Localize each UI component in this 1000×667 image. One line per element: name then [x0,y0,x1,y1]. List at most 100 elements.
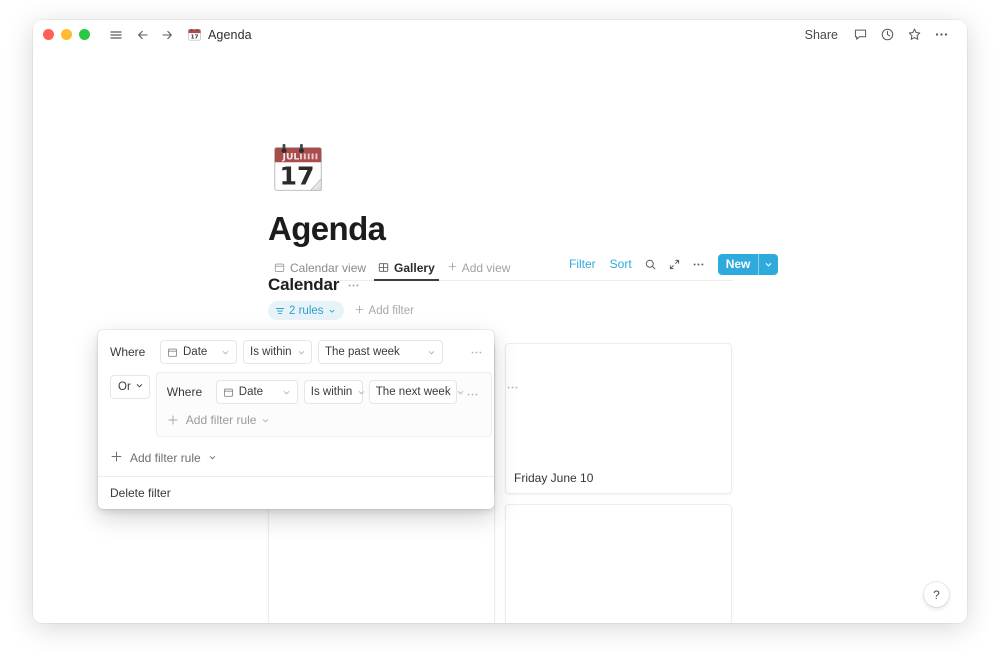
add-filter-label: Add filter [368,304,414,317]
window-titlebar: 17 Agenda Share [33,20,967,49]
filter-property-value: Date [238,386,264,398]
chevron-down-icon [208,451,217,465]
chevron-down-icon [221,348,230,357]
filter-icon [275,306,285,316]
svg-text:17: 17 [280,162,315,191]
add-filter-button[interactable]: Add filter [350,302,418,320]
filter-button[interactable]: Filter [563,253,602,275]
add-view-label: Add view [461,260,511,275]
calendar-view-icon [274,262,285,273]
filter-rule-row: Where Date [98,338,494,366]
gallery-card[interactable]: Saturday June 11 [268,504,495,623]
clock-icon[interactable] [875,23,899,47]
calendar-emoji: 17 [187,27,202,42]
expand-icon[interactable] [664,253,686,275]
filter-connector-label: Or [118,381,131,393]
date-icon [223,387,234,398]
traffic-lights [43,29,90,40]
chevron-down-icon [261,416,270,425]
add-filter-rule-button[interactable]: Add filter rule [98,443,494,473]
tab-gallery[interactable]: Gallery [372,255,441,281]
help-button[interactable]: ? [924,582,949,607]
svg-text:17: 17 [191,35,199,41]
filter-rule-more-icon[interactable] [463,385,483,405]
filter-condition-select[interactable]: Is within [243,340,312,364]
filter-condition-select[interactable]: Is within [303,380,366,404]
tab-gallery-label: Gallery [394,260,435,275]
tab-calendar-view-label: Calendar view [290,260,367,275]
filter-value-select[interactable]: The past week [318,340,443,364]
date-icon [167,347,178,358]
page-content: JUL 17 Agenda Calendar view Gallery Add … [33,49,967,623]
database-title[interactable]: Calendar [268,275,339,295]
database-title-row: Calendar [268,275,360,295]
minimize-window-button[interactable] [61,29,72,40]
page-body: JUL 17 Agenda Calendar view Gallery Add … [33,49,967,623]
comment-icon[interactable] [848,23,872,47]
filter-condition-value: Is within [250,346,292,358]
group-add-filter-rule-label: Add filter rule [185,413,257,427]
plus-icon [354,304,365,318]
star-icon[interactable] [902,23,926,47]
sort-button[interactable]: Sort [604,253,638,275]
add-filter-rule-label: Add filter rule [130,451,201,465]
chevron-down-icon [297,348,306,357]
delete-filter-label: Delete filter [110,486,171,500]
ellipsis-icon[interactable] [929,23,953,47]
arrow-right-icon[interactable] [155,23,179,47]
filter-property-select[interactable]: Date [160,340,237,364]
hamburger-icon[interactable] [104,23,128,47]
plus-icon [167,414,179,426]
where-label: Where [166,385,203,399]
share-button[interactable]: Share [798,25,845,45]
filter-property-select[interactable]: Date [215,380,298,404]
gallery-card[interactable]: Sunday June 12 [505,504,732,623]
filter-condition-value: Is within [310,386,353,398]
help-question-icon: ? [933,587,940,602]
filter-value-select[interactable]: The next week [368,380,463,404]
plus-icon [110,450,123,466]
new-button[interactable]: New [717,253,779,275]
rules-chip-label: 2 rules [289,304,324,317]
close-window-button[interactable] [43,29,54,40]
filter-value-text: The next week [375,386,451,398]
filter-group-box: Where Date Is within The next week Add f… [155,372,492,437]
group-add-filter-rule-button[interactable]: Add filter rule [157,406,491,434]
new-button-label: New [725,257,751,271]
breadcrumb[interactable]: 17 Agenda [187,27,252,42]
rules-chip[interactable]: 2 rules [268,301,344,320]
chevron-down-icon [427,348,436,357]
titlebar-left-group: 17 Agenda [43,23,252,47]
add-view-button[interactable]: Add view [441,261,517,275]
filter-group-more-icon[interactable] [506,377,519,397]
gallery-view-icon [378,262,389,273]
delete-filter-button[interactable]: Delete filter [98,477,494,509]
filter-rule-row: Where Date [157,378,491,406]
filter-rule-more-icon[interactable] [466,342,486,362]
filter-property-value: Date [183,346,208,358]
where-label: Where [110,345,146,359]
database-more-icon[interactable] [347,279,360,292]
filter-connector-select[interactable]: Or [110,375,150,399]
chevron-down-icon [135,381,144,393]
filter-value-text: The past week [325,346,400,358]
page-title[interactable]: Agenda [268,210,386,248]
desktop-background: 17 Agenda Share JUL 17 Agenda Calendar v… [0,0,1000,667]
chevron-down-icon[interactable] [759,254,778,275]
app-window: 17 Agenda Share JUL 17 Agenda Calendar v… [33,20,967,623]
gallery-card-title: Friday June 10 [514,471,594,485]
titlebar-right-group: Share [798,23,953,47]
search-icon[interactable] [640,253,662,275]
maximize-window-button[interactable] [79,29,90,40]
plus-icon [447,261,458,275]
breadcrumb-title: Agenda [208,27,252,42]
filter-chip-row: 2 rules Add filter [268,301,418,320]
gallery-card[interactable]: Friday June 10 [505,343,732,494]
toolbar-more-icon[interactable] [688,253,710,275]
arrow-left-icon[interactable] [131,23,155,47]
chevron-down-icon [357,388,366,397]
chevron-down-icon [328,307,336,315]
filter-group: Or Where Date Is within The next week Ad… [98,372,518,437]
page-emoji-calendar-icon[interactable]: JUL 17 [268,138,330,200]
database-toolbar: Filter Sort New [563,253,779,275]
